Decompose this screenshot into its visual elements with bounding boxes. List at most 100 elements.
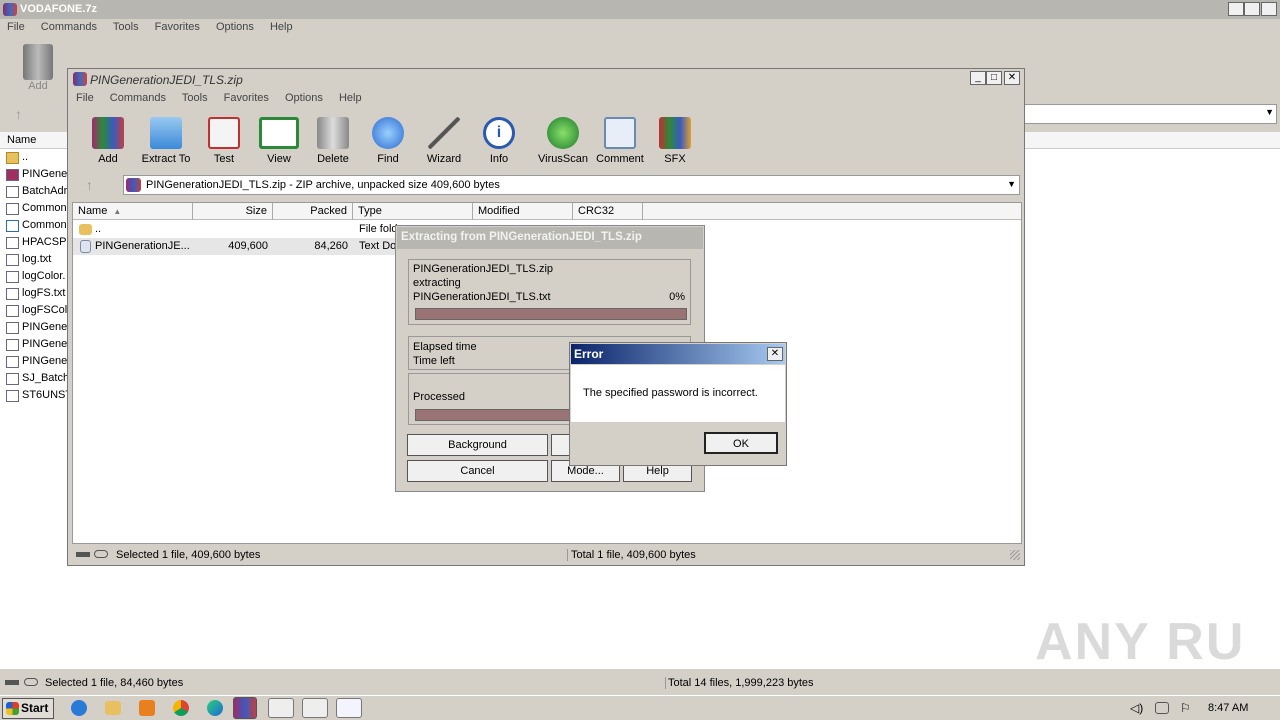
winrar-logo-icon (3, 3, 17, 16)
flag-icon[interactable]: ⚐ (1180, 701, 1191, 715)
comment-button[interactable]: Comment (595, 117, 645, 165)
inner-up-icon[interactable]: ↑ (86, 177, 93, 193)
zip-archive-icon (126, 178, 141, 192)
col-size[interactable]: Size (193, 203, 273, 220)
test-button[interactable]: Test (204, 117, 244, 165)
watermark-text: ANY RUN (1035, 613, 1245, 671)
drive-icon (5, 680, 19, 685)
table-row[interactable]: PINGenerationJE... 409,600 84,260 Text D… (73, 238, 403, 255)
col-name[interactable]: Name ▲ (73, 203, 193, 220)
info-button[interactable]: i Info (479, 117, 519, 165)
menu-options[interactable]: Options (285, 92, 323, 104)
notepad-task-icon[interactable] (336, 698, 362, 718)
view-button[interactable]: View (256, 117, 302, 165)
add-archive-icon (92, 117, 124, 149)
text-file-icon (80, 240, 91, 253)
col-packed[interactable]: Packed (273, 203, 353, 220)
menu-options[interactable]: Options (216, 21, 254, 33)
virus-scan-icon (547, 117, 579, 149)
dropdown-arrow-icon[interactable]: ▼ (1007, 179, 1016, 189)
menu-help[interactable]: Help (270, 21, 293, 33)
menu-file[interactable]: File (76, 92, 94, 104)
trash-icon (317, 117, 349, 149)
menu-tools[interactable]: Tools (113, 21, 139, 33)
resize-grip-icon[interactable] (1010, 550, 1020, 560)
time-left-label: Time left (413, 355, 455, 367)
key-icon (94, 550, 108, 558)
delete-button[interactable]: Delete (313, 117, 353, 165)
restore-button[interactable]: ▫ (1244, 2, 1260, 16)
menu-favorites[interactable]: Favorites (224, 92, 269, 104)
minimize-button[interactable]: _ (1228, 2, 1244, 16)
test-clipboard-icon (208, 117, 240, 149)
extract-action: extracting (413, 277, 461, 289)
folder-icon (79, 224, 92, 235)
taskbar: Start ◁) ⚐ 8:47 AM (0, 695, 1280, 720)
outer-add-button[interactable]: Add (18, 44, 58, 92)
close-button[interactable]: ✕ (767, 347, 783, 361)
folder-icon (150, 117, 182, 149)
row-name: PINGenerationJE... (95, 240, 190, 252)
extract-title-bar: Extracting from PINGenerationJEDI_TLS.zi… (397, 227, 703, 249)
maximize-button[interactable]: □ (986, 71, 1002, 85)
ok-button[interactable]: OK (704, 432, 778, 454)
outer-path-bar[interactable]: ▼ (1024, 104, 1277, 124)
explorer-icon[interactable] (105, 701, 121, 715)
virusscan-button[interactable]: VirusScan (538, 117, 588, 165)
volume-icon[interactable]: ◁) (1130, 701, 1143, 715)
sfx-button[interactable]: SFX (655, 117, 695, 165)
inner-status-right: Total 1 file, 409,600 bytes (567, 549, 696, 561)
inner-status-bar: Selected 1 file, 409,600 bytes Total 1 f… (72, 546, 1022, 564)
outer-col-name[interactable]: Name (7, 134, 36, 146)
sfx-icon (659, 117, 691, 149)
menu-favorites[interactable]: Favorites (155, 21, 200, 33)
winrar-task-icon[interactable] (233, 697, 257, 719)
row-packed: 84,260 (314, 240, 348, 252)
extract-progress-group: PINGenerationJEDI_TLS.zip extracting PIN… (408, 259, 691, 325)
inner-path-bar[interactable]: PINGenerationJEDI_TLS.zip - ZIP archive,… (123, 175, 1020, 195)
start-label: Start (21, 701, 49, 715)
start-button[interactable]: Start (2, 698, 54, 719)
extract-archive: PINGenerationJEDI_TLS.zip (413, 263, 554, 275)
menu-commands[interactable]: Commands (110, 92, 166, 104)
inner-list-header: Name ▲ Size Packed Type Modified CRC32 (73, 203, 1021, 220)
background-button[interactable]: Background (407, 434, 548, 456)
close-button[interactable]: ✕ (1261, 2, 1277, 16)
col-crc32[interactable]: CRC32 (573, 203, 643, 220)
window-task-icon[interactable] (268, 698, 294, 718)
menu-tools[interactable]: Tools (182, 92, 208, 104)
cancel-button[interactable]: Cancel (407, 460, 548, 482)
inner-path-text: PINGenerationJEDI_TLS.zip - ZIP archive,… (146, 179, 500, 191)
col-modified[interactable]: Modified (473, 203, 573, 220)
window-task-icon[interactable] (302, 698, 328, 718)
network-icon[interactable] (1155, 702, 1169, 714)
chrome-icon[interactable] (173, 700, 189, 716)
menu-help[interactable]: Help (339, 92, 362, 104)
close-button[interactable]: ✕ (1004, 71, 1020, 85)
wizard-button[interactable]: Wizard (422, 117, 466, 165)
media-player-icon[interactable] (139, 700, 155, 716)
outer-up-icon[interactable]: ↑ (15, 106, 22, 122)
menu-file[interactable]: File (7, 21, 25, 33)
find-button[interactable]: Find (368, 117, 408, 165)
dropdown-arrow-icon[interactable]: ▼ (1265, 107, 1274, 117)
inner-status-left: Selected 1 file, 409,600 bytes (116, 549, 261, 561)
extract-to-button[interactable]: Extract To (138, 117, 194, 165)
extract-file: PINGenerationJEDI_TLS.txt (413, 291, 551, 303)
row-name: .. (95, 223, 102, 235)
info-icon: i (483, 117, 515, 149)
add-button[interactable]: Add (88, 117, 128, 165)
ie-icon[interactable] (71, 700, 87, 716)
outer-add-label: Add (28, 80, 48, 92)
minimize-button[interactable]: _ (970, 71, 986, 85)
extract-title: Extracting from PINGenerationJEDI_TLS.zi… (401, 231, 642, 243)
menu-commands[interactable]: Commands (41, 21, 97, 33)
inner-title: PINGenerationJEDI_TLS.zip (90, 73, 243, 87)
sort-asc-icon: ▲ (113, 207, 122, 216)
book-icon (259, 117, 299, 149)
edge-icon[interactable] (207, 700, 223, 716)
extract-percent: 0% (669, 291, 685, 303)
col-type[interactable]: Type (353, 203, 473, 220)
outer-status-left: Selected 1 file, 84,460 bytes (45, 677, 184, 689)
file-progress-bar (415, 308, 687, 320)
